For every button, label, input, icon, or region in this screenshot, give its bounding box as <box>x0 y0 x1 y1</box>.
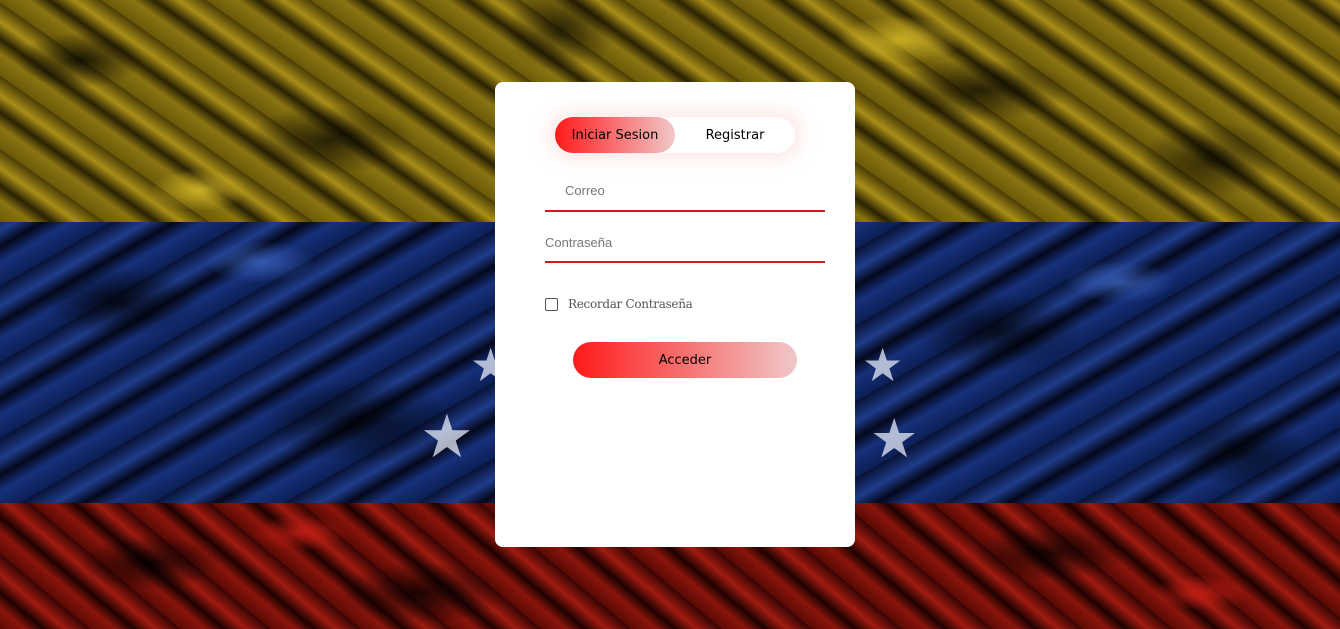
star-icon: ★ <box>870 407 919 470</box>
acceder-button[interactable]: Acceder <box>573 342 797 378</box>
tab-iniciar-sesion[interactable]: Iniciar Sesion <box>555 117 675 153</box>
login-card: Iniciar Sesion Registrar Correo Contrase… <box>495 82 855 547</box>
remember-password-checkbox[interactable] <box>545 297 558 311</box>
remember-password-row: Recordar Contraseña <box>545 297 693 311</box>
star-icon: ★ <box>420 402 474 472</box>
email-placeholder: Correo <box>565 183 605 198</box>
password-placeholder: Contraseña <box>545 235 613 250</box>
auth-tab-toggle: Iniciar Sesion Registrar <box>555 117 795 153</box>
password-field[interactable]: Contraseña <box>545 234 825 263</box>
email-field[interactable]: Correo <box>545 182 825 212</box>
tab-registrar[interactable]: Registrar <box>675 117 795 153</box>
star-icon: ★ <box>862 338 904 392</box>
remember-password-label: Recordar Contraseña <box>568 297 693 311</box>
